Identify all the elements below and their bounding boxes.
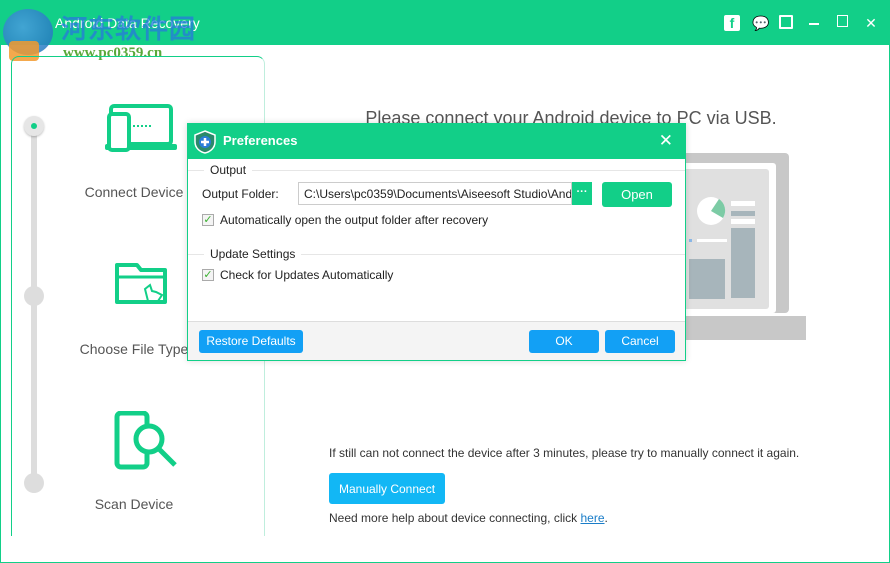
preferences-dialog: Preferences ✕ Output Output Folder: C:\U… [187,123,686,361]
app-window: Android Data Recovery f 💬 ✕ 河东软件园 www.pc… [0,0,890,563]
help-prefix: Need more help about device connecting, … [329,511,581,525]
watermark-text: 河东软件园 [61,15,197,45]
connect-device-icon [105,104,177,152]
register-icon[interactable] [779,15,793,29]
dialog-close-icon[interactable]: ✕ [659,131,673,151]
auto-open-checkbox[interactable]: ✓ [202,214,214,226]
output-folder-input[interactable]: C:\Users\pc0359\Documents\Aiseesoft Stud… [298,182,572,205]
help-text: Need more help about device connecting, … [329,511,608,525]
step-dot-choose [24,286,44,306]
dialog-title: Preferences [223,133,298,148]
output-folder-label: Output Folder: [202,187,279,201]
check-updates-label: Check for Updates Automatically [220,268,394,282]
update-section-title: Update Settings [204,247,302,261]
output-section-title: Output [204,163,253,177]
chat-icon[interactable]: 💬 [752,15,769,31]
output-section: Output [188,163,685,177]
browse-button[interactable]: ··· [572,182,592,205]
choose-file-type-icon [115,263,167,304]
help-link[interactable]: here [580,511,604,525]
check-updates-checkbox[interactable]: ✓ [202,269,214,281]
step-label-choose-file-type: Choose File Type [79,341,189,357]
step-label-connect-device: Connect Device [84,184,184,200]
step-label-scan-device: Scan Device [94,496,174,512]
auto-open-label: Automatically open the output folder aft… [220,213,489,227]
restore-defaults-button[interactable]: Restore Defaults [199,330,303,353]
update-section: Update Settings [188,247,685,261]
cancel-button[interactable]: Cancel [605,330,675,353]
retry-note: If still can not connect the device afte… [329,446,800,460]
close-icon[interactable]: ✕ [863,15,879,31]
dialog-footer: Restore Defaults OK Cancel [188,321,685,360]
ok-button[interactable]: OK [529,330,599,353]
app-shield-icon [194,130,216,154]
step-dot-connect [24,116,44,136]
manually-connect-button[interactable]: Manually Connect [329,473,445,504]
minimize-icon[interactable] [809,23,819,25]
facebook-icon[interactable]: f [724,15,740,31]
scan-device-icon [114,411,177,470]
maximize-icon[interactable] [837,15,848,27]
dialog-title-bar: Preferences ✕ [188,124,685,159]
step-dot-scan [24,473,44,493]
open-folder-button[interactable]: Open [602,182,672,207]
help-suffix: . [604,511,608,525]
